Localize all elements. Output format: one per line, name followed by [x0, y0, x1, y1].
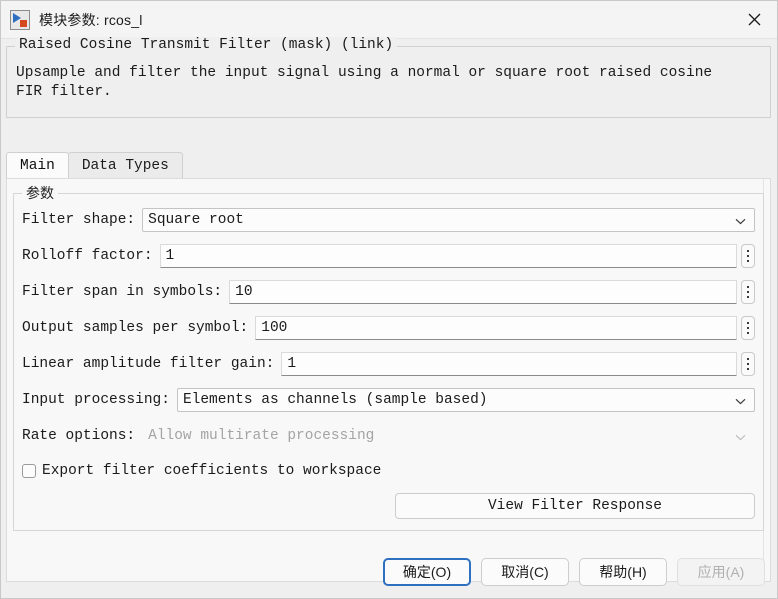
parameters-group: 参数 Filter shape: Square root — [13, 193, 764, 531]
rate-options-dropdown: Allow multirate processing — [142, 424, 755, 448]
linear-gain-input[interactable]: 1 — [281, 352, 737, 376]
row-linear-gain: Linear amplitude filter gain: 1 — [22, 352, 755, 376]
tab-strip: Main Data Types — [6, 152, 771, 178]
label-filter-span: Filter span in symbols: — [22, 284, 222, 300]
block-description-group: Raised Cosine Transmit Filter (mask) (li… — [6, 46, 771, 118]
ok-button[interactable]: 确定(O) — [383, 558, 471, 586]
parameter-rows: Filter shape: Square root Rolloff factor… — [14, 208, 763, 519]
label-linear-gain: Linear amplitude filter gain: — [22, 356, 274, 372]
close-icon[interactable] — [731, 1, 777, 37]
block-description-text: Upsample and filter the input signal usi… — [16, 64, 762, 102]
tab-panel-main: 参数 Filter shape: Square root — [6, 178, 771, 582]
row-rate-options: Rate options: Allow multirate processing — [22, 424, 755, 448]
chevron-down-icon — [735, 213, 746, 228]
filter-span-more-button[interactable] — [741, 280, 755, 304]
apply-button: 应用(A) — [677, 558, 765, 586]
export-coefficients-checkbox[interactable] — [22, 464, 36, 478]
block-parameters-dialog: 模块参数: rcos_l Raised Cosine Transmit Filt… — [0, 0, 778, 599]
row-rolloff-factor: Rolloff factor: 1 — [22, 244, 755, 268]
row-output-samples: Output samples per symbol: 100 — [22, 316, 755, 340]
label-output-samples: Output samples per symbol: — [22, 320, 248, 336]
row-filter-span: Filter span in symbols: 10 — [22, 280, 755, 304]
label-input-processing: Input processing: — [22, 392, 170, 408]
dialog-content: Raised Cosine Transmit Filter (mask) (li… — [1, 39, 777, 598]
input-processing-dropdown[interactable]: Elements as channels (sample based) — [177, 388, 755, 412]
view-filter-response-button[interactable]: View Filter Response — [395, 493, 755, 519]
row-export-coefficients: Export filter coefficients to workspace — [22, 460, 755, 482]
rolloff-factor-value: 1 — [166, 248, 175, 264]
export-coefficients-label: Export filter coefficients to workspace — [42, 463, 381, 479]
linear-gain-value: 1 — [287, 356, 296, 372]
title-bar: 模块参数: rcos_l — [1, 1, 777, 39]
output-samples-input[interactable]: 100 — [255, 316, 737, 340]
tab-main[interactable]: Main — [6, 152, 69, 178]
chevron-down-icon — [735, 393, 746, 408]
tab-data-types[interactable]: Data Types — [68, 152, 183, 178]
cancel-button[interactable]: 取消(C) — [481, 558, 569, 586]
label-filter-shape: Filter shape: — [22, 212, 135, 228]
row-input-processing: Input processing: Elements as channels (… — [22, 388, 755, 412]
rolloff-factor-more-button[interactable] — [741, 244, 755, 268]
filter-shape-value: Square root — [148, 212, 729, 228]
chevron-down-icon — [735, 429, 746, 444]
view-filter-response-row: View Filter Response — [22, 493, 755, 519]
linear-gain-more-button[interactable] — [741, 352, 755, 376]
output-samples-value: 100 — [261, 320, 287, 336]
input-processing-value: Elements as channels (sample based) — [183, 392, 729, 408]
filter-shape-dropdown[interactable]: Square root — [142, 208, 755, 232]
dialog-footer: 确定(O) 取消(C) 帮助(H) 应用(A) — [1, 546, 777, 598]
label-rolloff-factor: Rolloff factor: — [22, 248, 153, 264]
label-rate-options: Rate options: — [22, 428, 135, 444]
block-description-title: Raised Cosine Transmit Filter (mask) (li… — [15, 37, 397, 53]
window-title: 模块参数: rcos_l — [39, 10, 143, 30]
output-samples-more-button[interactable] — [741, 316, 755, 340]
filter-span-input[interactable]: 10 — [229, 280, 737, 304]
help-button[interactable]: 帮助(H) — [579, 558, 667, 586]
filter-span-value: 10 — [235, 284, 252, 300]
parameters-group-title: 参数 — [22, 183, 58, 203]
simulink-block-icon — [10, 10, 30, 30]
row-filter-shape: Filter shape: Square root — [22, 208, 755, 232]
rate-options-value: Allow multirate processing — [148, 428, 729, 444]
rolloff-factor-input[interactable]: 1 — [160, 244, 737, 268]
